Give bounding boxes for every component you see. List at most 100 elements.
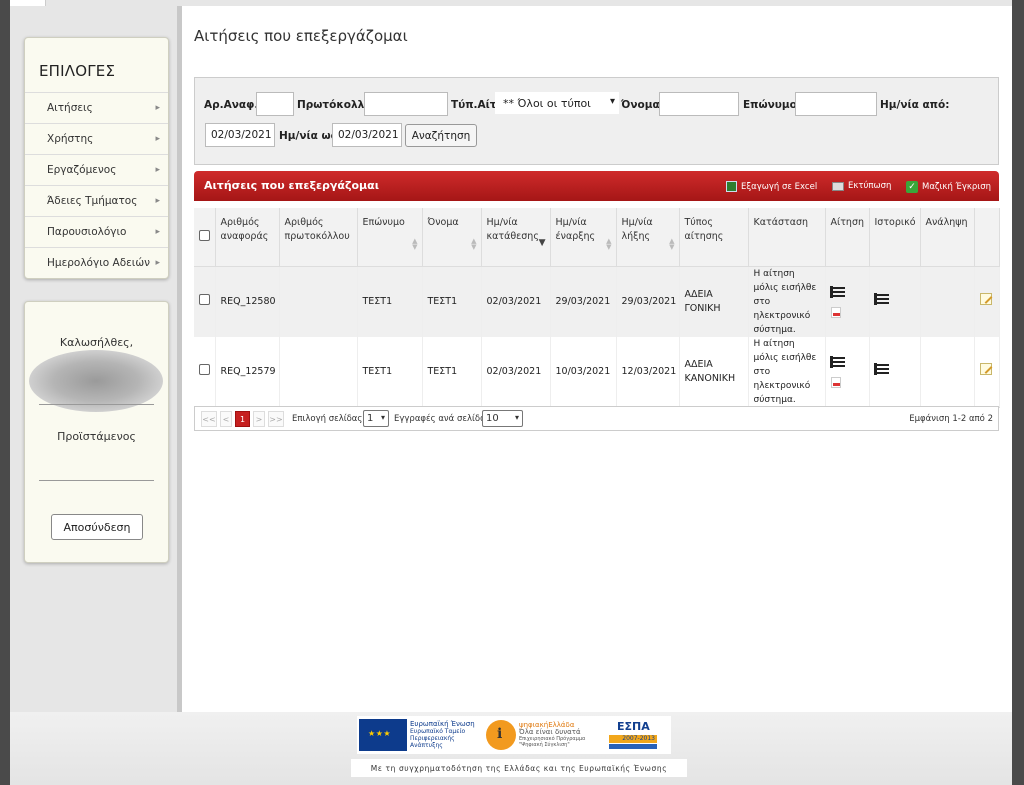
- request-type-select[interactable]: ** Όλοι οι τύποι ▾: [495, 92, 619, 114]
- col-surname[interactable]: Επώνυμο ▲ ▼: [357, 208, 423, 267]
- options-menu: ΕΠΙΛΟΓΕΣ Αιτήσεις ▸ Χρήστης ▸ Εργαζόμενο…: [24, 37, 169, 279]
- last-page-button[interactable]: >>: [268, 411, 284, 427]
- col-status[interactable]: Κατάσταση: [748, 208, 826, 267]
- col-submit-line1: Ημ/νία: [486, 217, 518, 228]
- row-checkbox[interactable]: [199, 293, 210, 305]
- col-start-date[interactable]: Ημ/νία έναρξης ▲ ▼: [550, 208, 617, 267]
- col-surname-label: Επώνυμο: [362, 217, 405, 228]
- search-button[interactable]: Αναζήτηση: [405, 124, 477, 147]
- cell-status: Η αίτηση μόλις εισήλθε στο ηλεκτρονικό σ…: [748, 266, 826, 337]
- redacted-username: [29, 350, 163, 412]
- protocol-input[interactable]: [364, 92, 448, 116]
- select-all-header[interactable]: [194, 208, 216, 267]
- col-request: Αίτηση: [825, 208, 870, 267]
- funding-logos: Ευρωπαϊκή Ένωση Ευρωπαϊκό Ταμείο Περιφερ…: [357, 716, 671, 754]
- cell-edit: [974, 336, 1000, 408]
- printer-icon: [832, 181, 844, 191]
- per-page-value: 10: [486, 413, 499, 424]
- table-header-row: Αριθμός αναφοράς Αριθμός πρωτοκόλλου Επώνυ…: [194, 208, 1000, 267]
- checkmark-icon: ✓: [906, 181, 918, 193]
- date-from-label: Ημ/νία από:: [880, 99, 950, 111]
- next-page-button[interactable]: >: [253, 411, 265, 427]
- cell-end-date: 12/03/2021: [616, 336, 680, 408]
- cell-protocol: [279, 336, 358, 408]
- date-to-input[interactable]: 02/03/2021: [332, 123, 402, 147]
- col-ref[interactable]: Αριθμός αναφοράς: [215, 208, 280, 267]
- records-summary: Εμφάνιση 1-2 από 2: [909, 414, 993, 424]
- chevron-right-icon: ▸: [155, 227, 160, 237]
- page-select[interactable]: 1 ▾: [363, 410, 389, 427]
- col-submit-line2: κατάθεσης: [486, 231, 539, 242]
- cell-status: Η αίτηση μόλις εισήλθε στο ηλεκτρονικό σ…: [748, 336, 826, 408]
- cell-take: [920, 336, 975, 408]
- col-start-line1: Ημ/νία: [555, 217, 587, 228]
- per-page-select[interactable]: 10 ▾: [482, 410, 523, 427]
- sidebar-item-requests[interactable]: Αιτήσεις ▸: [25, 92, 168, 123]
- dg-line2: Επιχειρησιακό Πρόγραμμα "Ψηφιακή Σύγκλισ…: [519, 736, 586, 748]
- list-icon[interactable]: [829, 355, 845, 369]
- sort-icon: ▲ ▼: [606, 236, 612, 251]
- espa-logo: ΕΣΠΑ 2007-2013: [605, 719, 661, 751]
- eu-line2: Ευρωπαϊκό Ταμείο Περιφερειακής Ανάπτυξης: [410, 728, 466, 749]
- user-role: Προϊστάμενος: [57, 430, 136, 443]
- sidebar: ΕΠΙΛΟΓΕΣ Αιτήσεις ▸ Χρήστης ▸ Εργαζόμενο…: [24, 37, 169, 563]
- print-button[interactable]: Εκτύπωση: [832, 181, 891, 191]
- chevron-right-icon: ▸: [155, 258, 160, 268]
- eu-line1: Ευρωπαϊκή Ένωση: [410, 720, 475, 728]
- request-type-value: ** Όλοι οι τύποι: [503, 96, 591, 110]
- prev-page-button[interactable]: <: [220, 411, 232, 427]
- pdf-icon[interactable]: [830, 307, 841, 318]
- surname-input[interactable]: [795, 92, 877, 116]
- logout-button[interactable]: Αποσύνδεση: [51, 514, 143, 540]
- col-end-date[interactable]: Ημ/νία λήξης ▲ ▼: [616, 208, 680, 267]
- edit-icon[interactable]: [979, 293, 992, 305]
- eu-flag-icon: [359, 719, 407, 751]
- col-take-label: Ανάληψη: [925, 217, 968, 228]
- espa-years: 2007-2013: [609, 735, 657, 743]
- first-page-button[interactable]: <<: [201, 411, 217, 427]
- sidebar-item-attendance[interactable]: Παρουσιολόγιο ▸: [25, 216, 168, 247]
- top-tab: [10, 0, 46, 6]
- select-all-checkbox[interactable]: [199, 230, 210, 241]
- col-edit: [974, 208, 1000, 267]
- export-excel-button[interactable]: Εξαγωγή σε Excel: [726, 181, 817, 192]
- export-excel-label: Εξαγωγή σε Excel: [741, 181, 818, 192]
- divider: [39, 404, 154, 405]
- col-submit-date[interactable]: Ημ/νία κατάθεσης ▼: [481, 208, 551, 267]
- edit-icon[interactable]: [979, 363, 992, 375]
- name-input[interactable]: [659, 92, 739, 116]
- dg-line: Όλα είναι δυνατά: [519, 728, 581, 736]
- list-icon[interactable]: [829, 285, 845, 299]
- current-page-button[interactable]: 1: [235, 411, 250, 427]
- divider: [39, 480, 154, 481]
- cell-request: [825, 266, 870, 337]
- ref-number-input[interactable]: [256, 92, 294, 116]
- col-type[interactable]: Τύπος αίτησης: [679, 208, 749, 267]
- col-type-line2: αίτησης: [684, 231, 724, 242]
- date-from-input[interactable]: 02/03/2021: [205, 123, 275, 147]
- col-ref-line1: Αριθμός: [220, 217, 260, 228]
- history-list-icon[interactable]: [873, 292, 889, 306]
- pdf-icon[interactable]: [830, 377, 841, 388]
- col-protocol[interactable]: Αριθμός πρωτοκόλλου: [279, 208, 358, 267]
- sidebar-item-employee[interactable]: Εργαζόμενος ▸: [25, 154, 168, 185]
- cofunding-note: Με τη συγχρηματοδότηση της Ελλάδας και τ…: [351, 759, 687, 777]
- sidebar-item-leave-calendar[interactable]: Ημερολόγιο Αδειών ▸: [25, 247, 168, 278]
- cell-history: [869, 336, 921, 408]
- history-list-icon[interactable]: [873, 362, 889, 376]
- pagination-bar: << < 1 > >> Επιλογή σελίδας: 1 ▾ Εγγραφέ…: [194, 406, 999, 431]
- sidebar-item-user[interactable]: Χρήστης ▸: [25, 123, 168, 154]
- chevron-down-icon: ▾: [380, 413, 385, 422]
- cell-name: ΤΕΣΤ1: [422, 336, 482, 408]
- cell-start-date: 29/03/2021: [550, 266, 617, 337]
- bulk-approve-button[interactable]: ✓ Μαζική Έγκριση: [906, 181, 991, 193]
- row-checkbox[interactable]: [199, 363, 210, 375]
- page: ΕΠΙΛΟΓΕΣ Αιτήσεις ▸ Χρήστης ▸ Εργαζόμενο…: [10, 0, 1012, 785]
- table-row: REQ_12580 ΤΕΣΤ1 ΤΕΣΤ1 02/03/2021 29/03/2…: [194, 266, 1000, 337]
- cell-ref: REQ_12579: [215, 336, 280, 408]
- sidebar-item-department-leaves[interactable]: Άδειες Τμήματος ▸: [25, 185, 168, 216]
- col-request-label: Αίτηση: [830, 217, 865, 228]
- col-name[interactable]: Όνομα ▲ ▼: [422, 208, 482, 267]
- cell-name: ΤΕΣΤ1: [422, 266, 482, 337]
- row-select-cell: [194, 336, 216, 408]
